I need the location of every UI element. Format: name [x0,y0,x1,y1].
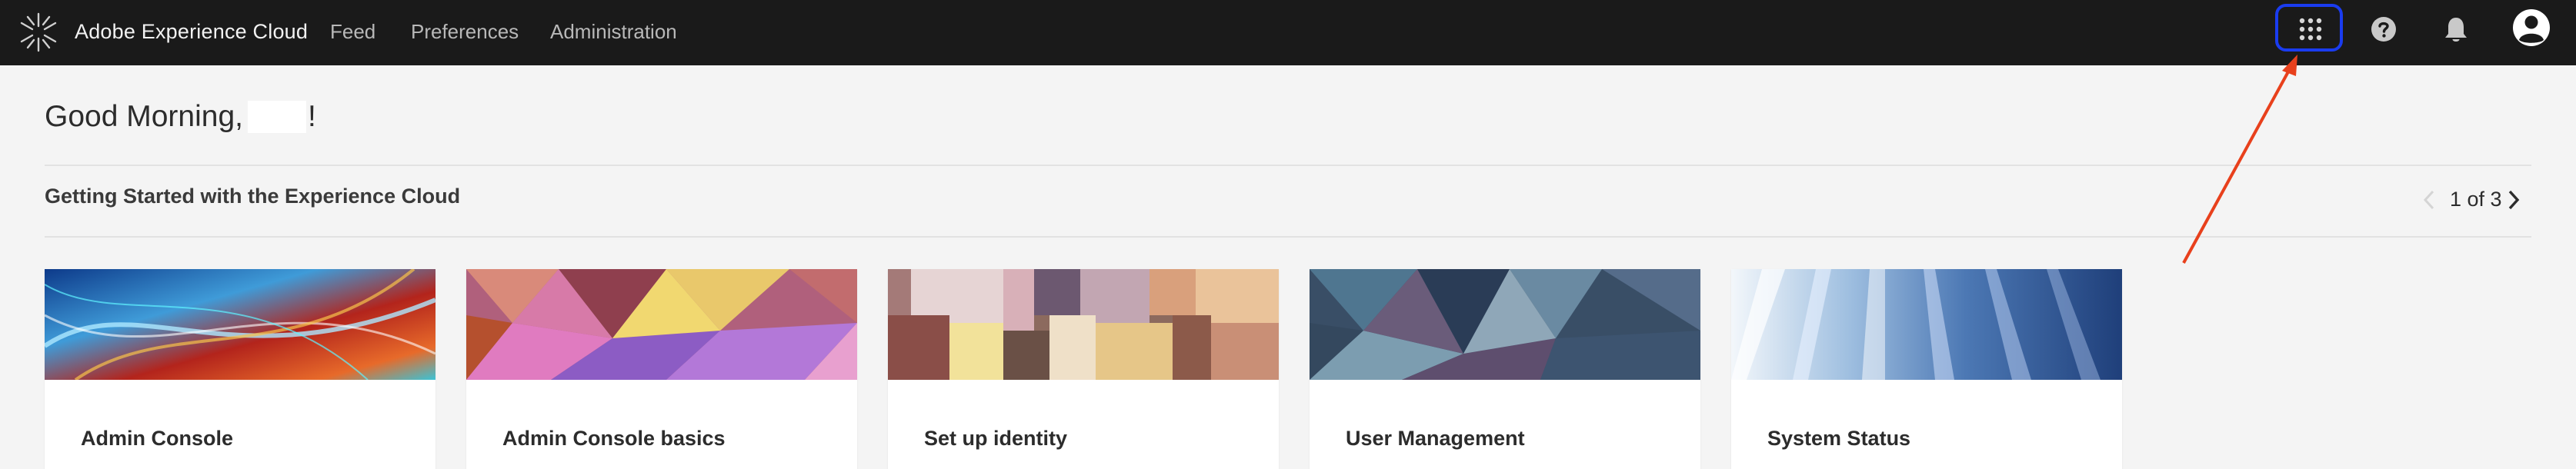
nav-item-administration[interactable]: Administration [550,0,677,65]
card-image-dark-polygons [1310,269,1700,380]
chevron-right-icon[interactable] [2507,189,2521,211]
card-title[interactable]: Admin Console basics [502,427,726,451]
divider [45,165,2531,166]
card-image-abstract-swirl [45,269,435,380]
apps-grid-icon [2299,18,2322,41]
help-icon[interactable] [2370,15,2397,43]
card-title[interactable]: System Status [1767,427,1910,451]
section-title: Getting Started with the Experience Clou… [45,185,461,208]
redacted-user-name [247,100,306,133]
card-title[interactable]: User Management [1346,427,1525,451]
greeting-suffix: ! [307,100,316,133]
chevron-left-icon[interactable] [2422,189,2436,211]
card-image-polygons [466,269,857,380]
card-set-up-identity[interactable]: Set up identity [888,269,1279,469]
nav-item-feed[interactable]: Feed [330,0,375,65]
card-title[interactable]: Admin Console [81,427,233,451]
greeting-text: Good Morning, [45,100,243,133]
card-admin-console-basics[interactable]: Admin Console basics [466,269,857,469]
bell-icon[interactable] [2443,15,2469,45]
user-avatar-icon[interactable] [2511,8,2551,48]
card-system-status[interactable]: System Status [1731,269,2122,469]
adobe-experience-cloud-logo-icon[interactable] [17,11,60,54]
nav-item-preferences[interactable]: Preferences [411,0,519,65]
divider [45,236,2531,238]
pager-count: 1 of 3 [2450,188,2502,211]
card-admin-console[interactable]: Admin Console [45,269,435,469]
top-bar: Adobe Experience Cloud Feed Preferences … [0,0,2576,65]
card-image-light-rays [1731,269,2122,380]
card-user-management[interactable]: User Management [1310,269,1700,469]
card-image-blocks [888,269,1279,380]
greeting-heading: Good Morning,! [45,100,316,135]
app-brand-title[interactable]: Adobe Experience Cloud [75,0,308,65]
apps-switcher-button[interactable] [2275,4,2343,52]
card-title[interactable]: Set up identity [924,427,1067,451]
